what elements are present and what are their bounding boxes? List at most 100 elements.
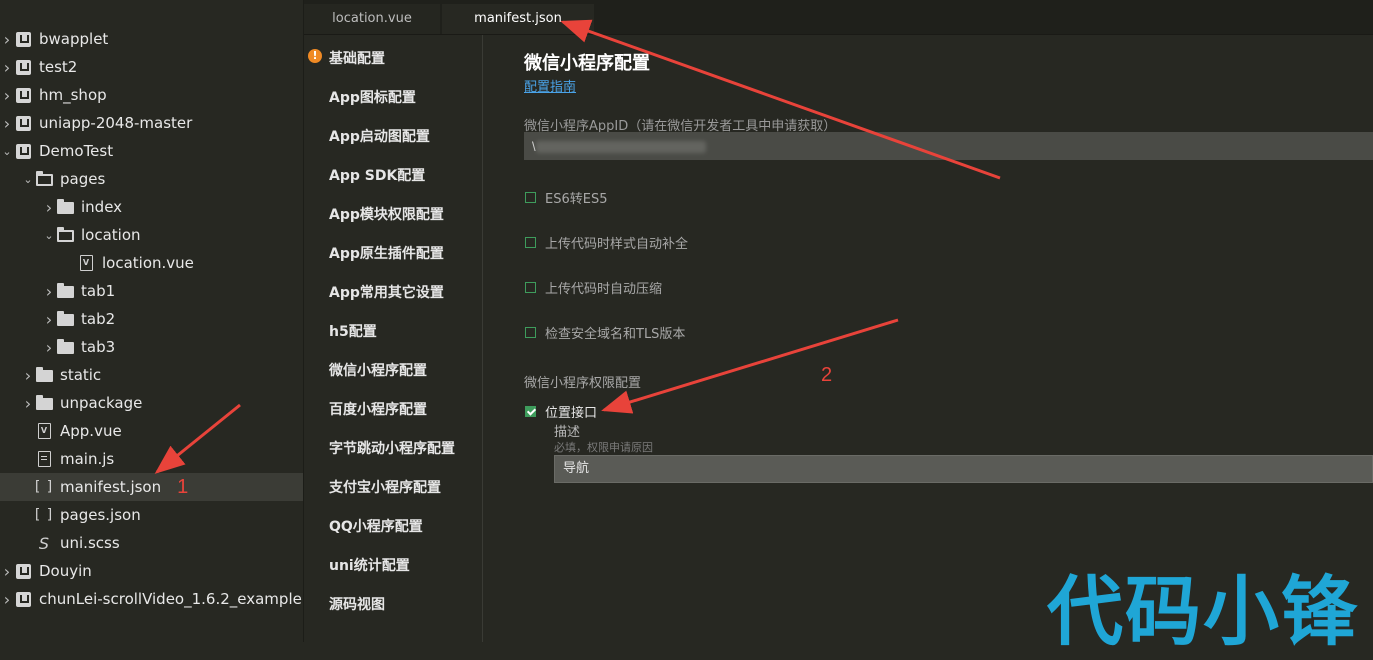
uni-project-icon [14,590,32,608]
js-file-icon [35,450,53,468]
tree-item-label: uniapp-2048-master [39,114,193,132]
tab-location-vue[interactable]: location.vue [304,4,440,34]
option-label: 上传代码时样式自动补全 [545,237,689,252]
folder-icon [56,338,74,356]
checkbox[interactable] [525,237,536,248]
tree-item-label: tab2 [81,310,116,328]
editor-tab-bar: location.vue manifest.json [304,0,1373,35]
tree-item[interactable]: [ ] pages.json [0,501,303,529]
chevron-right-icon[interactable]: › [0,58,14,77]
tree-item[interactable]: › chunLei-scrollVideo_1.6.2_example [0,585,303,613]
tree-item[interactable]: ⌄ DemoTest [0,137,303,165]
chevron-right-icon[interactable]: › [0,114,14,133]
tree-item[interactable]: › bwapplet [0,25,303,53]
chevron-right-icon[interactable]: › [0,86,14,105]
tree-item[interactable]: [ ] manifest.json 1 [0,473,303,501]
nav-item[interactable]: QQ小程序配置 [329,516,423,536]
nav-item[interactable]: 源码视图 [329,594,385,614]
option-label: ES6转ES5 [545,192,608,207]
nav-item[interactable]: App模块权限配置 [329,204,444,224]
chevron-right-icon[interactable]: › [42,282,56,301]
nav-item[interactable]: App常用其它设置 [329,282,444,302]
tree-item[interactable]: › tab3 [0,333,303,361]
scss-file-icon: S [38,533,50,553]
vue-file-icon: V [35,422,53,440]
tree-item[interactable]: › static [0,361,303,389]
tree-item[interactable]: main.js [0,445,303,473]
chevron-right-icon[interactable]: › [0,30,14,49]
nav-item[interactable]: uni统计配置 [329,555,410,575]
tree-item[interactable]: › tab2 [0,305,303,333]
tree-item[interactable]: › Douyin [0,557,303,585]
tree-item-label: unpackage [60,394,143,412]
tree-item[interactable]: › hm_shop [0,81,303,109]
checkbox[interactable] [525,192,536,203]
option-label: 检查安全域名和TLS版本 [545,327,686,342]
tree-item-label: chunLei-scrollVideo_1.6.2_example [39,590,302,608]
tree-item[interactable]: ⌄ pages [0,165,303,193]
tree-item-label: DemoTest [39,142,114,160]
chevron-down-icon[interactable]: ⌄ [42,229,56,242]
uni-project-icon [14,86,32,104]
nav-item[interactable]: 基础配置 [329,48,385,68]
config-guide-link[interactable]: 配置指南 [524,76,576,95]
checkbox[interactable] [525,282,536,293]
tree-item-label: index [81,198,123,216]
folder-icon [35,366,53,384]
tab-manifest-json[interactable]: manifest.json [442,4,594,34]
folder-open-icon [56,226,74,244]
tree-item-label: main.js [60,450,115,468]
chevron-right-icon[interactable]: › [42,338,56,357]
tree-item[interactable]: › tab1 [0,277,303,305]
nav-item[interactable]: 微信小程序配置 [329,360,427,380]
tree-item-label: hm_shop [39,86,107,104]
chevron-right-icon[interactable]: › [21,366,35,385]
option-es6-to-es5[interactable]: ES6转ES5 [525,188,607,207]
chevron-right-icon[interactable]: › [42,198,56,217]
tree-item[interactable]: › index [0,193,303,221]
option-check-domain-tls[interactable]: 检查安全域名和TLS版本 [525,323,685,342]
chevron-right-icon[interactable]: › [0,562,14,581]
json-file-icon: [ ] [34,507,54,523]
checkbox[interactable] [525,327,536,338]
permission-label: 位置接口 [545,406,598,421]
vue-file-icon: V [77,254,95,272]
uni-project-icon [14,58,32,76]
nav-item[interactable]: 支付宝小程序配置 [329,477,441,497]
chevron-down-icon[interactable]: ⌄ [0,145,14,158]
permission-location[interactable]: 位置接口 [525,402,597,421]
permission-section-title: 微信小程序权限配置 [524,376,642,391]
tree-item[interactable]: V App.vue [0,417,303,445]
chevron-down-icon[interactable]: ⌄ [21,173,35,186]
tree-item[interactable]: Vlocation.vue [0,249,303,277]
json-file-icon: [ ] [34,479,54,495]
option-auto-prefix[interactable]: 上传代码时样式自动补全 [525,233,688,252]
tree-item[interactable]: › uniapp-2048-master [0,109,303,137]
uni-project-icon [14,114,32,132]
project-explorer: › bwapplet › test2 › hm_shop › uniapp-2048-mast… [0,0,304,642]
nav-item[interactable]: App图标配置 [329,87,416,107]
nav-item[interactable]: 百度小程序配置 [329,399,427,419]
nav-item[interactable]: App启动图配置 [329,126,430,146]
nav-item[interactable]: App原生插件配置 [329,243,444,263]
chevron-right-icon[interactable]: › [21,394,35,413]
description-label: 描述 [554,425,581,440]
option-auto-minify[interactable]: 上传代码时自动压缩 [525,278,662,297]
nav-item[interactable]: App SDK配置 [329,165,425,185]
tree-item[interactable]: ⌄ location [0,221,303,249]
folder-open-icon [35,170,53,188]
tree-item[interactable]: › unpackage [0,389,303,417]
description-hint: 必填，权限申请原因 [554,441,653,454]
nav-item[interactable]: 字节跳动小程序配置 [329,438,455,458]
description-input[interactable]: 导航 [554,455,1373,483]
checkbox-checked[interactable] [525,406,536,417]
chevron-right-icon[interactable]: › [0,590,14,609]
tree-item-label: manifest.json [60,478,162,496]
tree-item-label: uni.scss [60,534,120,552]
chevron-right-icon[interactable]: › [42,310,56,329]
tree-item[interactable]: Suni.scss [0,529,303,557]
tree-item[interactable]: › test2 [0,53,303,81]
annotation-number-2: 2 [821,364,833,386]
nav-item[interactable]: h5配置 [329,321,377,341]
watermark: 代码小锋 [1047,567,1359,656]
